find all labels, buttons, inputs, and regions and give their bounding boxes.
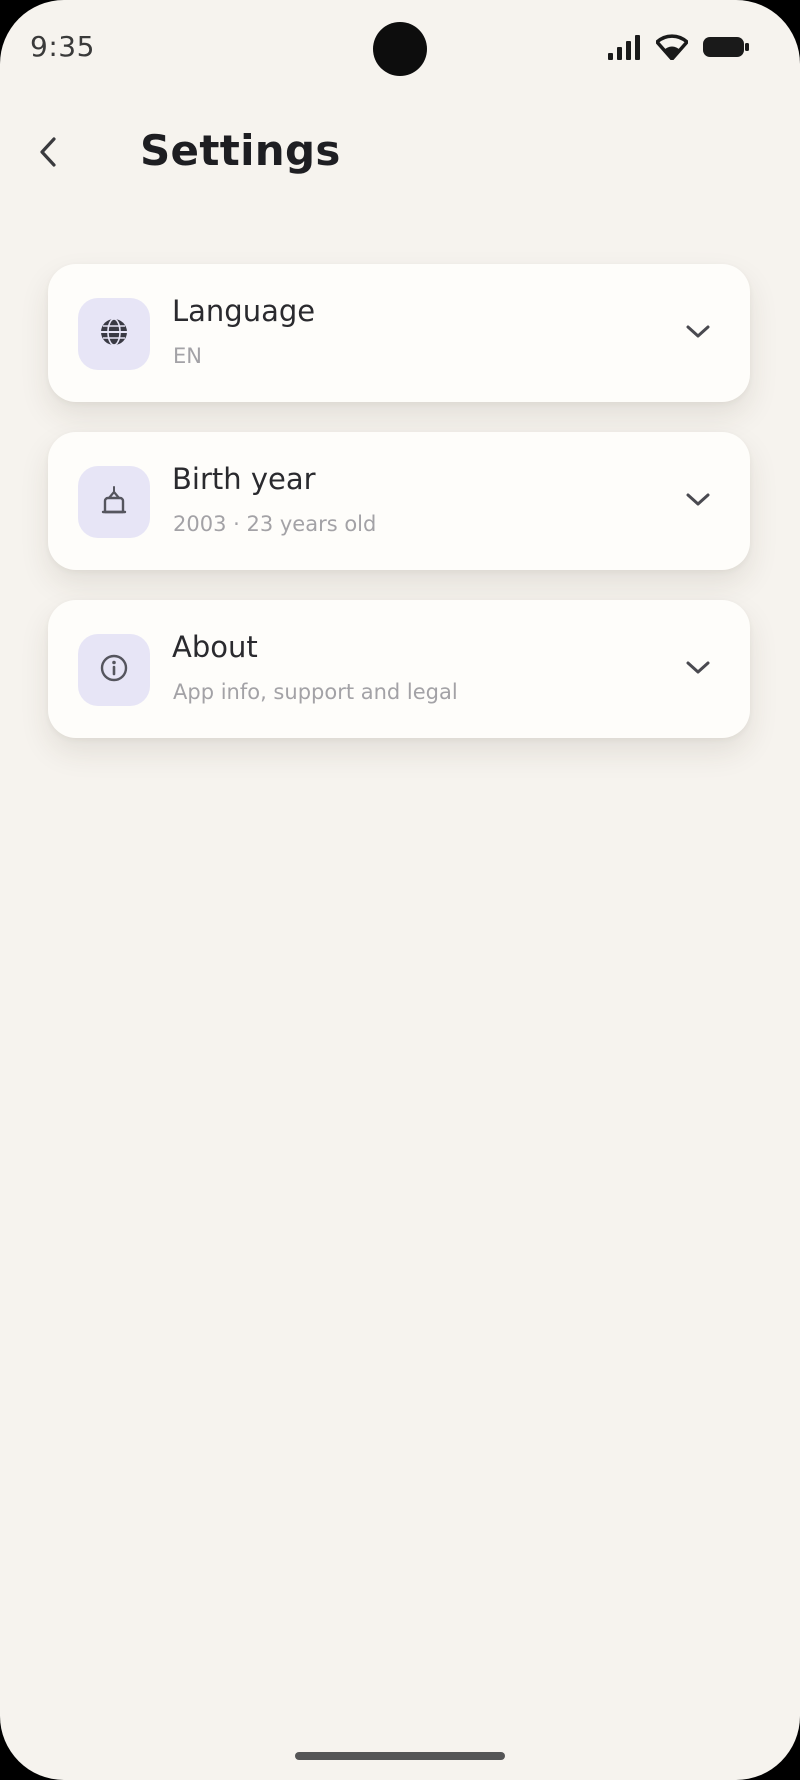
status-bar: 9:35 (0, 0, 800, 96)
status-time: 9:35 (30, 30, 95, 63)
signal-icon (608, 34, 642, 60)
chevron-down-icon (684, 318, 712, 346)
back-button[interactable] (26, 124, 70, 184)
home-indicator[interactable] (295, 1752, 505, 1760)
page-title: Settings (140, 126, 341, 175)
settings-item-value: 2003 · 23 years old (173, 512, 377, 536)
camera-cutout (373, 22, 427, 76)
settings-item-value: App info, support and legal (173, 680, 458, 704)
cake-icon (98, 484, 130, 520)
settings-item-title: Birth year (172, 462, 316, 496)
phone-screen: 9:35 Settings Language EN Birth year 200… (0, 0, 800, 1780)
icon-tile (78, 634, 150, 706)
settings-item-value: EN (173, 344, 202, 368)
status-icons (608, 32, 750, 62)
battery-icon (702, 35, 750, 59)
settings-item-about[interactable]: About App info, support and legal (48, 600, 750, 738)
settings-item-title: Language (172, 294, 316, 328)
globe-icon (98, 316, 130, 352)
chevron-down-icon (684, 654, 712, 682)
settings-item-language[interactable]: Language EN (48, 264, 750, 402)
settings-item-title: About (172, 630, 258, 664)
settings-item-birth-year[interactable]: Birth year 2003 · 23 years old (48, 432, 750, 570)
icon-tile (78, 298, 150, 370)
info-icon (98, 652, 130, 688)
icon-tile (78, 466, 150, 538)
chevron-left-icon (37, 135, 59, 173)
wifi-icon (656, 34, 688, 60)
chevron-down-icon (684, 486, 712, 514)
